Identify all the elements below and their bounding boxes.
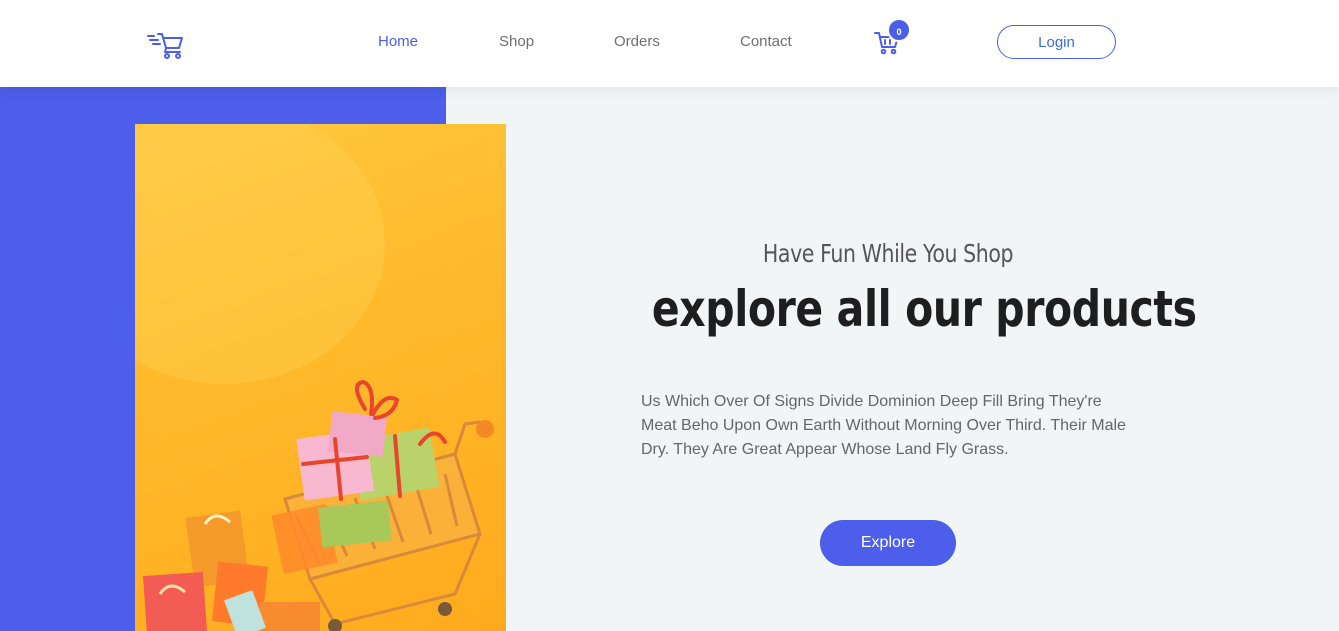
hero-description: Us Which Over Of Signs Divide Dominion D… xyxy=(641,393,1126,458)
hero-image xyxy=(135,124,506,631)
hero-title: explore all our products xyxy=(651,280,1197,338)
shopping-cart-with-gifts-illustration xyxy=(135,124,494,631)
cart-speed-icon[interactable] xyxy=(146,26,184,62)
nav-shop[interactable]: Shop xyxy=(499,33,534,51)
cart-count-badge: 0 xyxy=(887,18,911,42)
nav-contact[interactable]: Contact xyxy=(740,33,792,51)
site-header: Home Shop Orders Contact 0 Login xyxy=(0,0,1339,87)
login-button[interactable]: Login xyxy=(997,25,1116,59)
nav-home[interactable]: Home xyxy=(378,33,418,51)
hero-subtitle: Have Fun While You Shop xyxy=(762,239,1014,268)
nav-orders[interactable]: Orders xyxy=(614,33,660,51)
explore-button[interactable]: Explore xyxy=(820,520,956,566)
